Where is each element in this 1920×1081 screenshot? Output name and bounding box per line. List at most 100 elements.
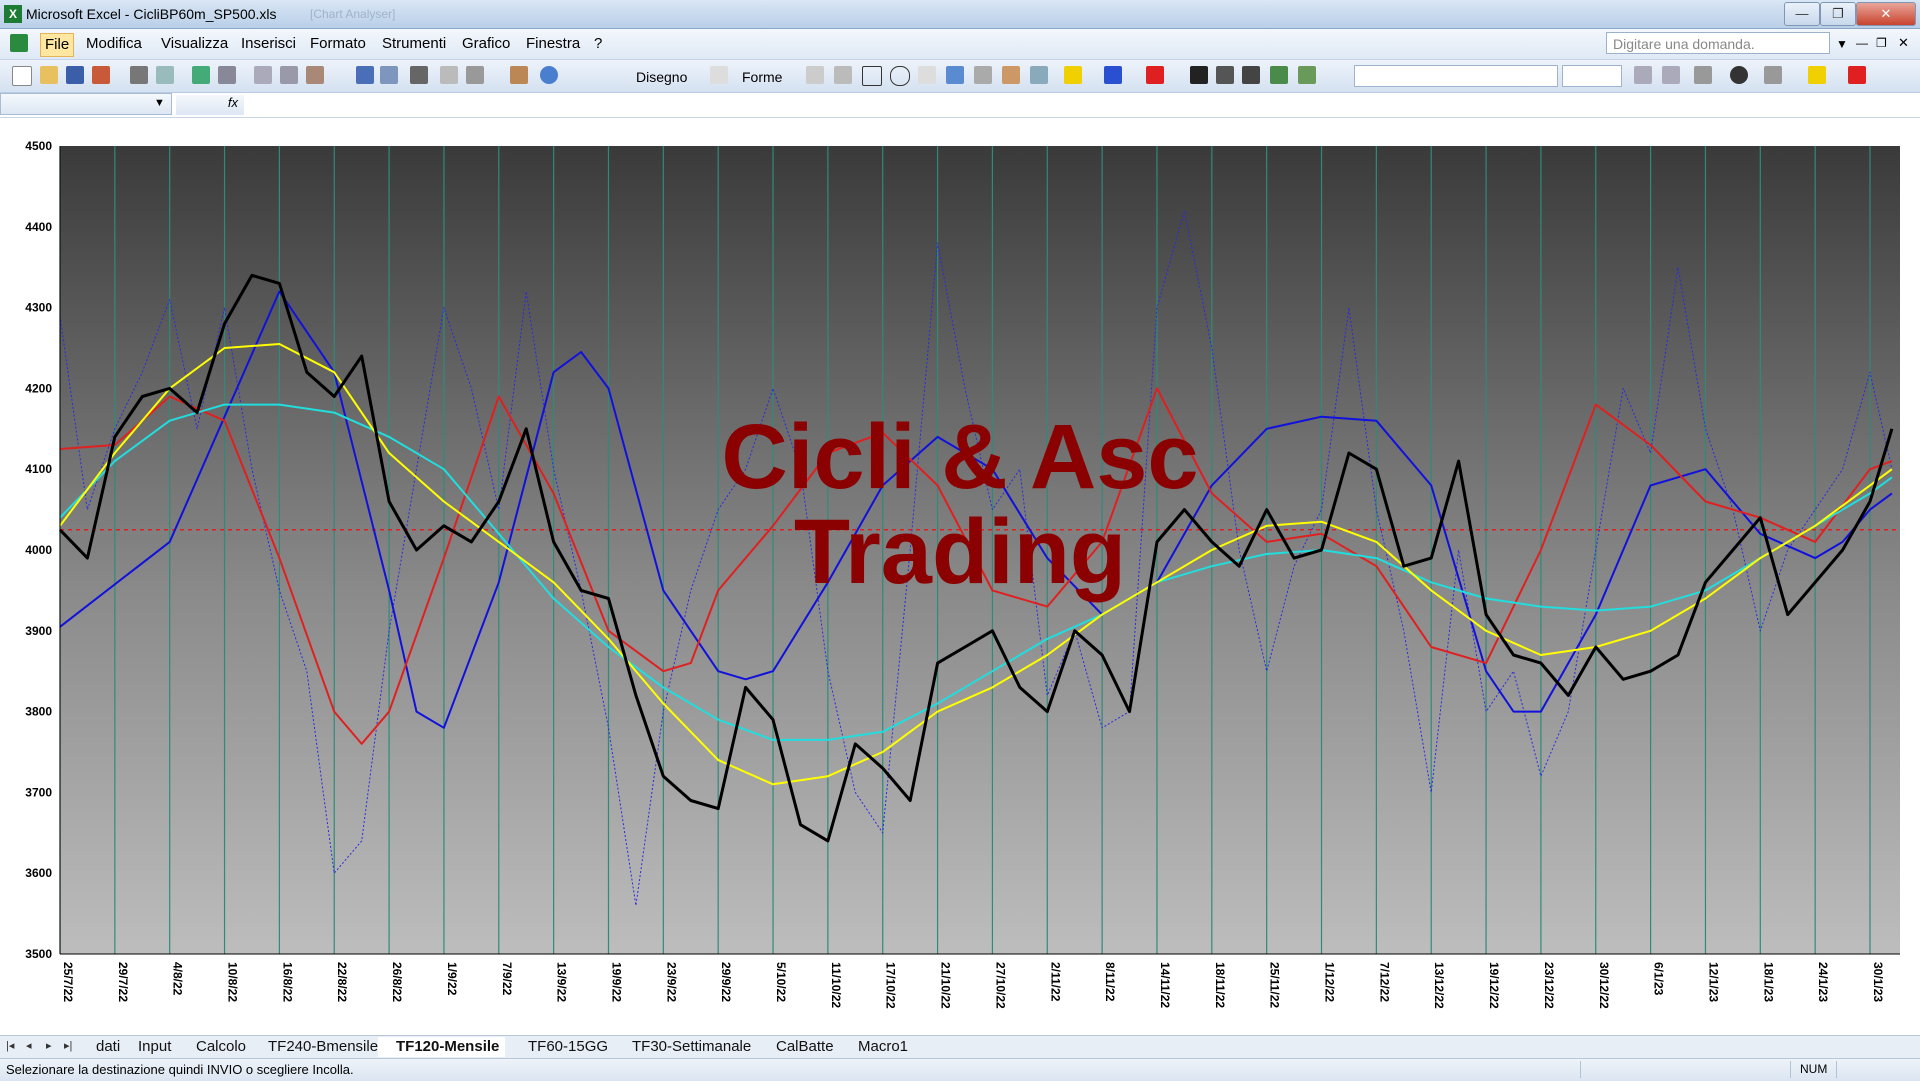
minimize-icon[interactable]: —	[1784, 2, 1820, 26]
cut-icon[interactable]	[254, 66, 272, 84]
menu-file[interactable]: File	[40, 33, 75, 57]
tab-tf60-15gg[interactable]: TF60-15GG	[510, 1037, 614, 1057]
close-icon[interactable]: ✕	[1856, 2, 1916, 26]
shadow-icon[interactable]	[1270, 66, 1288, 84]
tab-calcolo[interactable]: Calcolo	[178, 1037, 252, 1057]
dash-style-icon[interactable]	[1216, 66, 1234, 84]
font-size-combo[interactable]	[1562, 65, 1622, 87]
print-preview-icon[interactable]	[156, 66, 174, 84]
3d-icon[interactable]	[1298, 66, 1316, 84]
first-sheet-icon[interactable]: |◂	[6, 1039, 14, 1052]
align-icon[interactable]	[1694, 66, 1712, 84]
name-box[interactable]	[0, 93, 172, 115]
x-tick-label: 27/10/22	[993, 962, 1007, 1009]
status-divider	[1836, 1061, 1837, 1078]
doc-minimize-icon[interactable]: —	[1856, 36, 1868, 50]
undo-icon[interactable]	[356, 66, 374, 84]
disegno-menu[interactable]: Disegno	[636, 69, 687, 85]
spelling-icon[interactable]	[192, 66, 210, 84]
redo-icon[interactable]	[380, 66, 398, 84]
excel-doc-icon[interactable]	[10, 34, 28, 52]
doc-restore-icon[interactable]: ❐	[1876, 36, 1887, 50]
menu-bar: File Modifica Visualizza Inserisci Forma…	[0, 29, 1920, 60]
y-tick-label: 4300	[25, 301, 52, 315]
diagram-icon[interactable]	[974, 66, 992, 84]
menu-visualizza[interactable]: Visualizza	[161, 35, 228, 52]
x-tick-label: 5/10/22	[774, 962, 788, 1002]
wordart-icon[interactable]	[946, 66, 964, 84]
name-box-dropdown-icon[interactable]: ▼	[154, 97, 165, 109]
permission-icon[interactable]	[92, 66, 110, 84]
x-tick-label: 29/7/22	[116, 962, 130, 1002]
textbox-icon[interactable]	[918, 66, 936, 84]
tab-macro1[interactable]: Macro1	[840, 1037, 914, 1057]
print-icon[interactable]	[130, 66, 148, 84]
prev-sheet-icon[interactable]: ◂	[26, 1039, 32, 1052]
menu-grafico[interactable]: Grafico	[462, 35, 510, 52]
bold-icon[interactable]	[1634, 66, 1652, 84]
forme-menu[interactable]: Forme	[742, 69, 782, 85]
next-sheet-icon[interactable]: ▸	[46, 1039, 52, 1052]
last-sheet-icon[interactable]: ▸|	[64, 1039, 72, 1052]
font-color-icon[interactable]	[1146, 66, 1164, 84]
x-tick-label: 19/9/22	[609, 962, 623, 1002]
restore-icon[interactable]: ❐	[1820, 2, 1856, 26]
y-tick-label: 4200	[25, 381, 52, 395]
arrow-icon[interactable]	[834, 66, 852, 84]
menu-formato[interactable]: Formato	[310, 35, 366, 52]
tab-tf30-settimanale[interactable]: TF30-Settimanale	[614, 1037, 757, 1057]
open-icon[interactable]	[40, 66, 58, 84]
x-tick-label: 13/9/22	[555, 962, 569, 1002]
autosum-icon[interactable]	[440, 66, 458, 84]
research-icon[interactable]	[218, 66, 236, 84]
clipart-icon[interactable]	[1002, 66, 1020, 84]
select-pointer-icon[interactable]	[710, 66, 728, 84]
line-style-icon[interactable]	[1190, 66, 1208, 84]
arrow-style-icon[interactable]	[1242, 66, 1260, 84]
x-tick-label: 30/12/22	[1597, 962, 1611, 1009]
x-tick-label: 29/9/22	[719, 962, 733, 1002]
chart-area[interactable]: Cicli & Asc Trading 4500 4400 4300 4200 4100…	[0, 118, 1920, 1036]
paste-icon[interactable]	[306, 66, 324, 84]
highlight-icon[interactable]	[1808, 66, 1826, 84]
save-icon[interactable]	[66, 66, 84, 84]
x-tick-label: 19/12/22	[1487, 962, 1501, 1009]
x-tick-label: 14/11/22	[1158, 962, 1172, 1008]
menu-inserisci[interactable]: Inserisci	[241, 35, 296, 52]
borders-icon[interactable]	[1764, 66, 1782, 84]
excel-icon[interactable]: X	[4, 5, 22, 23]
tab-tf240-bmensile[interactable]: TF240-Bmensile	[250, 1037, 384, 1057]
new-icon[interactable]	[12, 66, 32, 86]
ask-dropdown-icon[interactable]: ▼	[1836, 37, 1848, 51]
fx-icon[interactable]: fx	[176, 95, 244, 115]
menu-modifica[interactable]: Modifica	[86, 35, 142, 52]
line-icon[interactable]	[806, 66, 824, 84]
rectangle-icon[interactable]	[862, 66, 882, 86]
chart-wizard-icon[interactable]	[510, 66, 528, 84]
oval-icon[interactable]	[890, 66, 910, 86]
x-tick-label: 8/11/22	[1103, 962, 1117, 1002]
tab-dati[interactable]: dati	[78, 1037, 126, 1057]
menu-strumenti[interactable]: Strumenti	[382, 35, 446, 52]
line-color-icon[interactable]	[1104, 66, 1122, 84]
fill-color-icon[interactable]	[1064, 66, 1082, 84]
tab-tf120-mensile[interactable]: TF120-Mensile	[378, 1037, 506, 1057]
italic-icon[interactable]	[1662, 66, 1680, 84]
hyperlink-icon[interactable]	[410, 66, 428, 84]
tab-calbatte[interactable]: CalBatte	[758, 1037, 840, 1057]
font-color-icon-2[interactable]	[1848, 66, 1866, 84]
euro-icon[interactable]	[1730, 66, 1748, 84]
menu-finestra[interactable]: Finestra	[526, 35, 580, 52]
price-chart[interactable]: Cicli & Asc Trading 4500 4400 4300 4200 4100…	[0, 118, 1920, 1036]
sort-icon[interactable]	[466, 66, 484, 84]
copy-icon[interactable]	[280, 66, 298, 84]
font-name-combo[interactable]	[1354, 65, 1558, 87]
doc-close-icon[interactable]: ✕	[1898, 35, 1909, 51]
help-icon[interactable]	[540, 66, 558, 84]
tab-input[interactable]: Input	[120, 1037, 177, 1057]
x-tick-label: 1/12/22	[1323, 962, 1337, 1002]
menu-help[interactable]: ?	[594, 35, 602, 52]
x-tick-label: 7/12/22	[1377, 962, 1391, 1002]
ask-question-input[interactable]: Digitare una domanda.	[1606, 32, 1830, 54]
picture-icon[interactable]	[1030, 66, 1048, 84]
